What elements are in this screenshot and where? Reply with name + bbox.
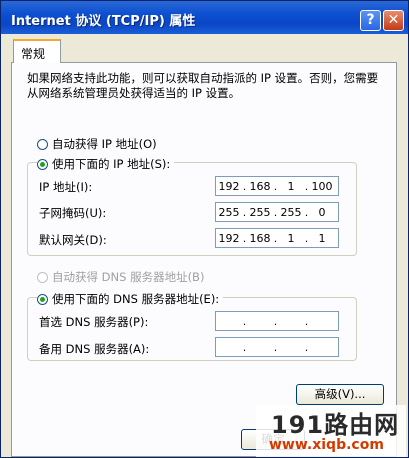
octet: 255 [280,205,302,219]
watermark-url: www.xiqb.com [269,437,384,453]
radio-manual-dns-label: 使用下面的 DNS 服务器地址(E): [52,292,220,306]
octet: 168 [249,179,271,193]
octet-dot: . [242,314,247,328]
radio-manual-dns-circle[interactable] [37,293,48,305]
octet: 255 [249,205,271,219]
window-title: Internet 协议 (TCP/IP) 属性 [11,14,196,29]
radio-manual-dns[interactable]: 使用下面的 DNS 服务器地址(E): [37,291,224,307]
radio-auto-dns[interactable]: 自动获得 DNS 服务器地址(B) [37,269,209,285]
octet: 192 [218,179,240,193]
octet-dot: . [304,340,309,354]
alternate-dns-label: 备用 DNS 服务器(A): [39,342,150,356]
octet: 1 [287,179,295,193]
radio-auto-ip[interactable]: 自动获得 IP 地址(O) [37,136,161,152]
radio-auto-ip-circle[interactable] [37,138,48,150]
preferred-dns-field[interactable]: . . . [215,311,339,331]
octet: 1 [287,231,295,245]
octet: 0 [318,205,326,219]
octet: 168 [249,231,271,245]
watermark-logo-text: 191路由网 [271,411,400,439]
title-bar[interactable]: Internet 协议 (TCP/IP) 属性 ? ✕ [1,1,408,34]
default-gateway-label: 默认网关(D): [39,233,107,247]
alternate-dns-field[interactable]: . . . [215,337,339,357]
radio-manual-ip-label: 使用下面的 IP 地址(S): [52,157,171,171]
help-button[interactable]: ? [360,10,381,31]
octet-dot: . [304,314,309,328]
subnet-mask-field[interactable]: 255. 255. 255. 0 [215,202,339,222]
default-gateway-field[interactable]: 192. 168. 1. 1 [215,228,339,248]
octet-dot: . [273,314,278,328]
close-button[interactable]: ✕ [383,10,404,31]
radio-auto-ip-label: 自动获得 IP 地址(O) [52,137,157,151]
radio-auto-dns-circle[interactable] [37,271,48,283]
octet: 100 [311,179,333,193]
subnet-mask-label: 子网掩码(U): [39,206,107,220]
octet: 255 [218,205,240,219]
advanced-button[interactable]: 高级(V)... [296,384,384,405]
tab-general[interactable]: 常规 [13,39,61,63]
radio-manual-ip-circle[interactable] [37,158,48,170]
octet: 192 [218,231,240,245]
preferred-dns-label: 首选 DNS 服务器(P): [39,315,149,329]
tcpip-properties-window: Internet 协议 (TCP/IP) 属性 ? ✕ 常规 如果网络支持此功能… [0,0,409,458]
ip-address-label: IP 地址(I): [39,180,93,194]
octet-dot: . [242,340,247,354]
radio-auto-dns-label: 自动获得 DNS 服务器地址(B) [52,270,205,284]
ip-address-field[interactable]: 192. 168. 1. 100 [215,176,339,196]
description-text: 如果网络支持此功能，则可以获取自动指派的 IP 设置。否则，您需要从网络系统管理… [27,71,379,100]
radio-manual-ip[interactable]: 使用下面的 IP 地址(S): [37,156,175,172]
octet: 1 [318,231,326,245]
octet-dot: . [273,340,278,354]
